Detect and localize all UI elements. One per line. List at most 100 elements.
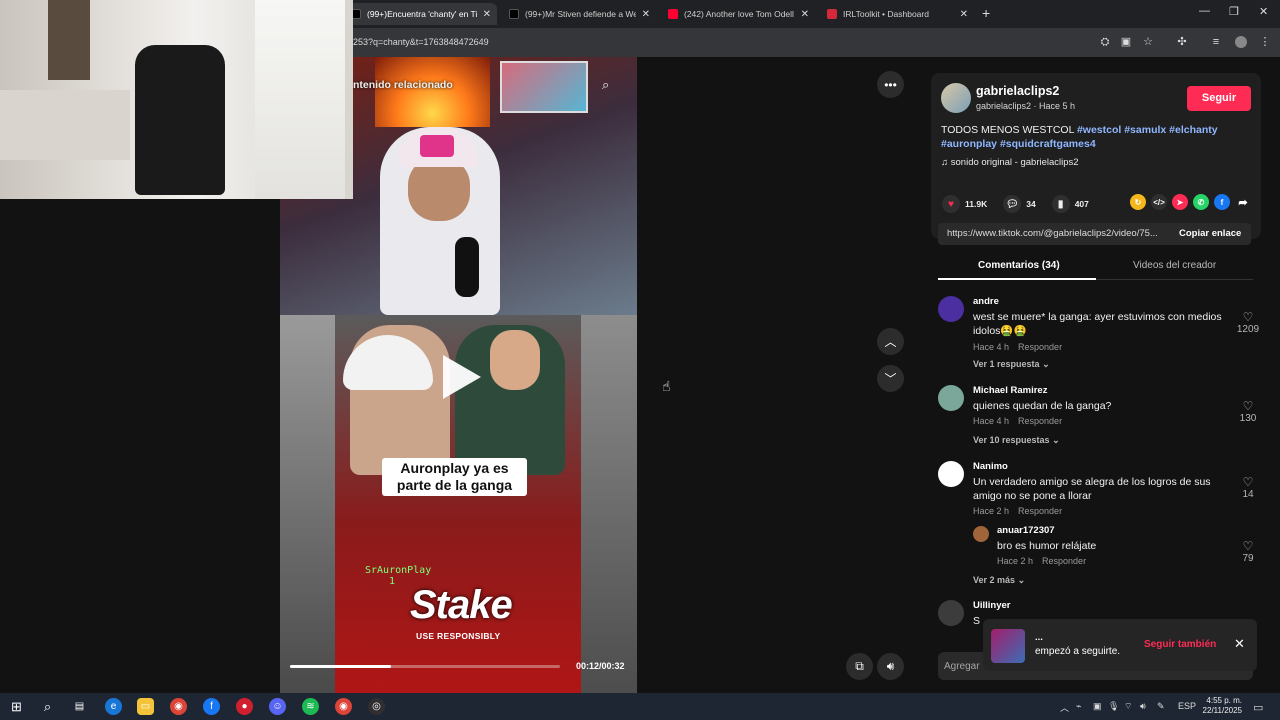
facebook-icon[interactable]: f <box>203 698 220 715</box>
close-icon[interactable]: ✕ <box>1234 636 1245 652</box>
tab-creator-videos[interactable]: Videos del creador <box>1133 260 1216 271</box>
view-more-button[interactable]: Ver 2 más ⌄ <box>973 575 1025 586</box>
task-view-icon[interactable]: ▤ <box>71 698 88 715</box>
hashtag[interactable]: #elchanty <box>1169 124 1217 136</box>
reply-button[interactable]: Responder <box>1018 506 1062 516</box>
profile-avatar[interactable] <box>1235 36 1247 48</box>
copy-link-button[interactable]: Copiar enlace <box>1179 228 1241 239</box>
tab-youtube[interactable]: (242) Another love Tom Odell ✕ <box>662 3 815 25</box>
video-link[interactable]: https://www.tiktok.com/@gabrielaclips2/v… <box>947 228 1167 239</box>
tab-irltoolkit[interactable]: IRLToolkit • Dashboard ✕ <box>821 3 974 25</box>
close-window-icon[interactable]: ✕ <box>1259 5 1268 18</box>
heart-icon: ♥ <box>942 195 960 213</box>
author-avatar[interactable] <box>941 83 971 113</box>
close-tab-icon[interactable]: ✕ <box>801 9 809 20</box>
commenter-name[interactable]: Uillinyer <box>973 600 1011 611</box>
comment-stat[interactable]: 💬︎ 34 <box>1003 195 1036 213</box>
music-row[interactable]: ♫ sonido original - gabrielaclips2 <box>941 157 1079 168</box>
obs-icon[interactable]: ◎ <box>368 698 385 715</box>
bookmark-star-icon[interactable]: ☆ <box>1142 36 1154 48</box>
commenter-avatar[interactable] <box>938 461 964 487</box>
media-controls-icon[interactable]: ≡ <box>1210 36 1222 48</box>
wifi-icon[interactable]: ⌔ <box>1124 701 1132 712</box>
more-options-icon[interactable]: ••• <box>877 71 904 98</box>
volume-icon[interactable]: 🔊︎ <box>877 653 904 680</box>
language-indicator[interactable]: ESP <box>1178 701 1196 711</box>
commenter-avatar[interactable] <box>938 385 964 411</box>
edge-icon[interactable]: e <box>105 698 122 715</box>
previous-video-button[interactable]: ︿ <box>877 328 904 355</box>
new-tab-button[interactable]: + <box>982 5 990 21</box>
floating-player-icon[interactable]: ⧉ <box>846 653 873 680</box>
view-replies-button[interactable]: Ver 1 respuesta ⌄ <box>973 359 1050 370</box>
send-icon[interactable]: ➤ <box>1172 194 1188 210</box>
whatsapp-icon[interactable]: ✆ <box>1193 194 1209 210</box>
app-red-icon[interactable]: ● <box>236 698 253 715</box>
hashtag[interactable]: #auronplay <box>941 138 997 150</box>
volume-icon[interactable]: 🔊︎ <box>1140 701 1146 712</box>
close-tab-icon[interactable]: ✕ <box>483 9 491 20</box>
menu-kebab-icon[interactable]: ⋮ <box>1259 36 1271 48</box>
comment-like[interactable]: ♡ 130 <box>1233 399 1263 424</box>
author-name[interactable]: gabrielaclips2 <box>976 84 1059 98</box>
comment-like[interactable]: ♡ 79 <box>1233 539 1263 564</box>
tab-tiktok-video[interactable]: (99+)Mr Stiven defiende a Westcol ✕ <box>503 3 656 25</box>
chrome-icon[interactable]: ◉ <box>335 698 352 715</box>
reply-button[interactable]: Responder <box>1018 416 1062 426</box>
file-explorer-icon[interactable]: ▭ <box>137 698 154 715</box>
comment-like[interactable]: ♡ 1209 <box>1233 310 1263 335</box>
hashtag[interactable]: #squidcraftgames4 <box>1000 138 1096 150</box>
search-icon[interactable]: ⌕ <box>39 698 56 715</box>
url-field[interactable]: 253?q=chanty&t=1763848472649 <box>353 37 489 47</box>
video-progress-bar[interactable] <box>290 665 560 668</box>
translate-icon[interactable]: ⛭ <box>1099 36 1111 48</box>
hashtag[interactable]: #westcol <box>1077 124 1121 136</box>
microphone-icon[interactable]: 🎙︎ <box>1108 701 1119 712</box>
repost-icon[interactable]: ↻ <box>1130 194 1146 210</box>
tab-tiktok-search[interactable]: (99+)Encuentra 'chanty' en TikTok ✕ <box>345 3 497 25</box>
tab-comments[interactable]: Comentarios (34) <box>978 260 1060 271</box>
hashtag[interactable]: #samulx <box>1124 124 1166 136</box>
close-tab-icon[interactable]: ✕ <box>960 9 968 20</box>
commenter-name[interactable]: Nanimo <box>973 461 1008 472</box>
notifications-icon[interactable]: ▭ <box>1253 701 1263 714</box>
windows-start-icon[interactable]: ⊞ <box>8 698 25 715</box>
tiktok-icon <box>509 9 519 19</box>
reply-button[interactable]: Responder <box>1042 556 1086 566</box>
search-icon[interactable]: ⌕ <box>602 77 609 93</box>
close-tab-icon[interactable]: ✕ <box>642 9 650 20</box>
pen-icon[interactable]: ✎ <box>1157 701 1165 712</box>
device-icon[interactable]: ▣ <box>1093 701 1102 712</box>
next-video-button[interactable]: ﹀ <box>877 365 904 392</box>
commenter-avatar[interactable] <box>938 600 964 626</box>
commenter-name[interactable]: andre <box>973 296 999 307</box>
commenter-name[interactable]: anuar172307 <box>997 525 1055 536</box>
comment-like[interactable]: ♡ 14 <box>1233 475 1263 500</box>
taskbar-clock[interactable]: 4:55 p. m. 22/11/2025 <box>1196 696 1242 716</box>
discord-icon[interactable]: ☺ <box>269 698 286 715</box>
chrome-icon[interactable]: ◉ <box>170 698 187 715</box>
irltoolkit-icon <box>827 9 837 19</box>
facebook-icon[interactable]: f <box>1214 194 1230 210</box>
spotify-icon[interactable]: ≋ <box>302 698 319 715</box>
extensions-icon[interactable]: ✣ <box>1176 36 1188 48</box>
reply-button[interactable]: Responder <box>1018 342 1062 352</box>
like-stat[interactable]: ♥ 11.9K <box>942 195 987 213</box>
view-replies-button[interactable]: Ver 10 respuestas ⌄ <box>973 435 1060 446</box>
follow-button[interactable]: Seguir <box>1187 86 1251 111</box>
play-icon[interactable] <box>443 355 481 399</box>
commenter-avatar[interactable] <box>973 526 989 542</box>
share-arrow-icon[interactable]: ➦ <box>1235 194 1251 210</box>
commenter-avatar[interactable] <box>938 296 964 322</box>
embed-icon[interactable]: </> <box>1151 194 1167 210</box>
save-stat[interactable]: ▮ 407 <box>1051 195 1089 213</box>
restore-icon[interactable]: ❐ <box>1229 5 1239 18</box>
minimize-icon[interactable]: — <box>1199 5 1210 17</box>
follow-back-button[interactable]: Seguir también <box>1144 639 1216 650</box>
comment-like-count: 1209 <box>1236 324 1260 335</box>
clock-time: 4:55 p. m. <box>1206 696 1242 705</box>
systray-chevron-icon[interactable]: ︿ <box>1060 701 1069 714</box>
commenter-name[interactable]: Michael Ramirez <box>973 385 1047 396</box>
network-icon[interactable]: ⌁ <box>1076 701 1081 712</box>
cast-icon[interactable]: ▣ <box>1120 36 1132 48</box>
